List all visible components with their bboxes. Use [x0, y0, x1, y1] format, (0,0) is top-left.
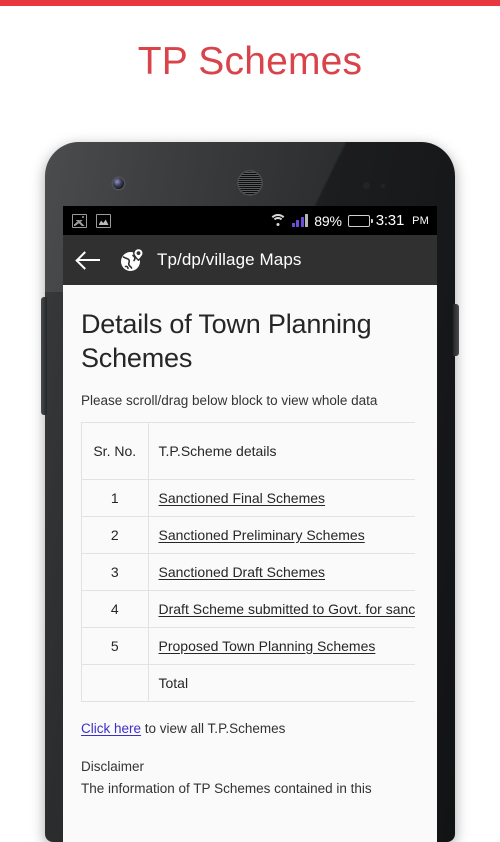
clock-time: 3:31 — [375, 212, 405, 229]
photo-icon — [72, 213, 87, 228]
app-bar-title: Tp/dp/village Maps — [157, 250, 302, 269]
page-title: TP Schemes — [137, 40, 363, 83]
table-row: 3 Sanctioned Draft Schemes — [82, 553, 415, 591]
table-row: 2 Sanctioned Preliminary Schemes — [82, 516, 415, 554]
cell-scheme-detail: Draft Scheme submitted to Govt. for sanc… — [148, 590, 416, 628]
cell-total-label: Total — [148, 664, 415, 702]
top-accent-bar — [0, 0, 500, 6]
scroll-instruction-text: Please scroll/drag below block to view w… — [81, 393, 378, 408]
column-header-scheme-details: T.P.Scheme details — [148, 423, 415, 480]
battery-percent-label: 89% — [314, 212, 342, 229]
status-bar-system: 89% 3:31 PM — [268, 212, 429, 229]
gallery-icon — [96, 213, 111, 228]
table-total-row: Total — [82, 664, 415, 702]
volume-button[interactable] — [41, 297, 47, 415]
cell-sr-no: 2 — [82, 516, 149, 554]
phone-body: 89% 3:31 PM Tp/dp/village Maps Details o… — [41, 142, 459, 842]
clock-ampm: PM — [412, 214, 429, 227]
cell-sr-no: 4 — [82, 590, 149, 628]
globe-map-pin-icon — [119, 247, 145, 273]
cell-sr-no: 3 — [82, 553, 149, 591]
scheme-link[interactable]: Sanctioned Draft Schemes — [159, 564, 326, 580]
phone-mockup: 89% 3:31 PM Tp/dp/village Maps Details o… — [41, 142, 459, 842]
light-sensor-icon — [381, 184, 385, 188]
cell-scheme-detail: Proposed Town Planning Schemes — [148, 627, 415, 665]
table-row: 1 Sanctioned Final Schemes — [82, 479, 415, 517]
disclaimer-title: Disclaimer — [81, 758, 145, 774]
proximity-sensor-icon — [363, 182, 370, 189]
wifi-icon — [268, 214, 287, 227]
cell-scheme-detail: Sanctioned Draft Schemes — [148, 553, 415, 591]
table-row: 5 Proposed Town Planning Schemes — [82, 627, 415, 665]
back-arrow-icon[interactable] — [77, 250, 101, 270]
app-bar: Tp/dp/village Maps — [63, 235, 437, 285]
column-header-sr-no: Sr. No. — [82, 423, 149, 480]
cell-sr-no: 5 — [82, 627, 149, 665]
click-here-link[interactable]: Click here — [81, 721, 141, 736]
scheme-table: Sr. No. T.P.Scheme details 1 Sanctioned … — [82, 423, 415, 702]
table-row: 4 Draft Scheme submitted to Govt. for sa… — [82, 590, 416, 628]
cell-scheme-detail: Sanctioned Preliminary Schemes — [148, 516, 415, 554]
document-heading: Details of Town Planning Schemes — [81, 309, 372, 373]
front-camera-icon — [113, 178, 124, 189]
view-all-text: to view all T.P.Schemes — [141, 720, 286, 736]
scheme-table-scroll-container[interactable]: Sr. No. T.P.Scheme details 1 Sanctioned … — [81, 422, 415, 702]
cell-sr-no-total — [82, 664, 149, 702]
scheme-link[interactable]: Draft Scheme submitted to Govt. for sanc… — [159, 601, 416, 617]
view-all-line: Click here to view all T.P.Schemes — [81, 719, 419, 739]
earpiece-speaker-icon — [237, 170, 263, 196]
phone-screen: 89% 3:31 PM Tp/dp/village Maps Details o… — [63, 206, 437, 842]
scheme-link[interactable]: Sanctioned Final Schemes — [159, 490, 326, 506]
power-button[interactable] — [453, 304, 459, 356]
table-header-row: Sr. No. T.P.Scheme details — [82, 423, 415, 480]
disclaimer-body: The information of TP Schemes contained … — [81, 780, 372, 796]
cell-scheme-detail: Sanctioned Final Schemes — [148, 479, 415, 517]
signal-bars-icon — [291, 214, 309, 227]
scheme-link[interactable]: Proposed Town Planning Schemes — [159, 638, 376, 654]
cell-sr-no: 1 — [82, 479, 149, 517]
status-bar-notifications — [72, 213, 111, 228]
scheme-link[interactable]: Sanctioned Preliminary Schemes — [159, 527, 365, 543]
webview-content: Details of Town Planning Schemes Please … — [63, 285, 437, 842]
battery-icon — [347, 214, 373, 227]
status-bar: 89% 3:31 PM — [63, 206, 437, 235]
